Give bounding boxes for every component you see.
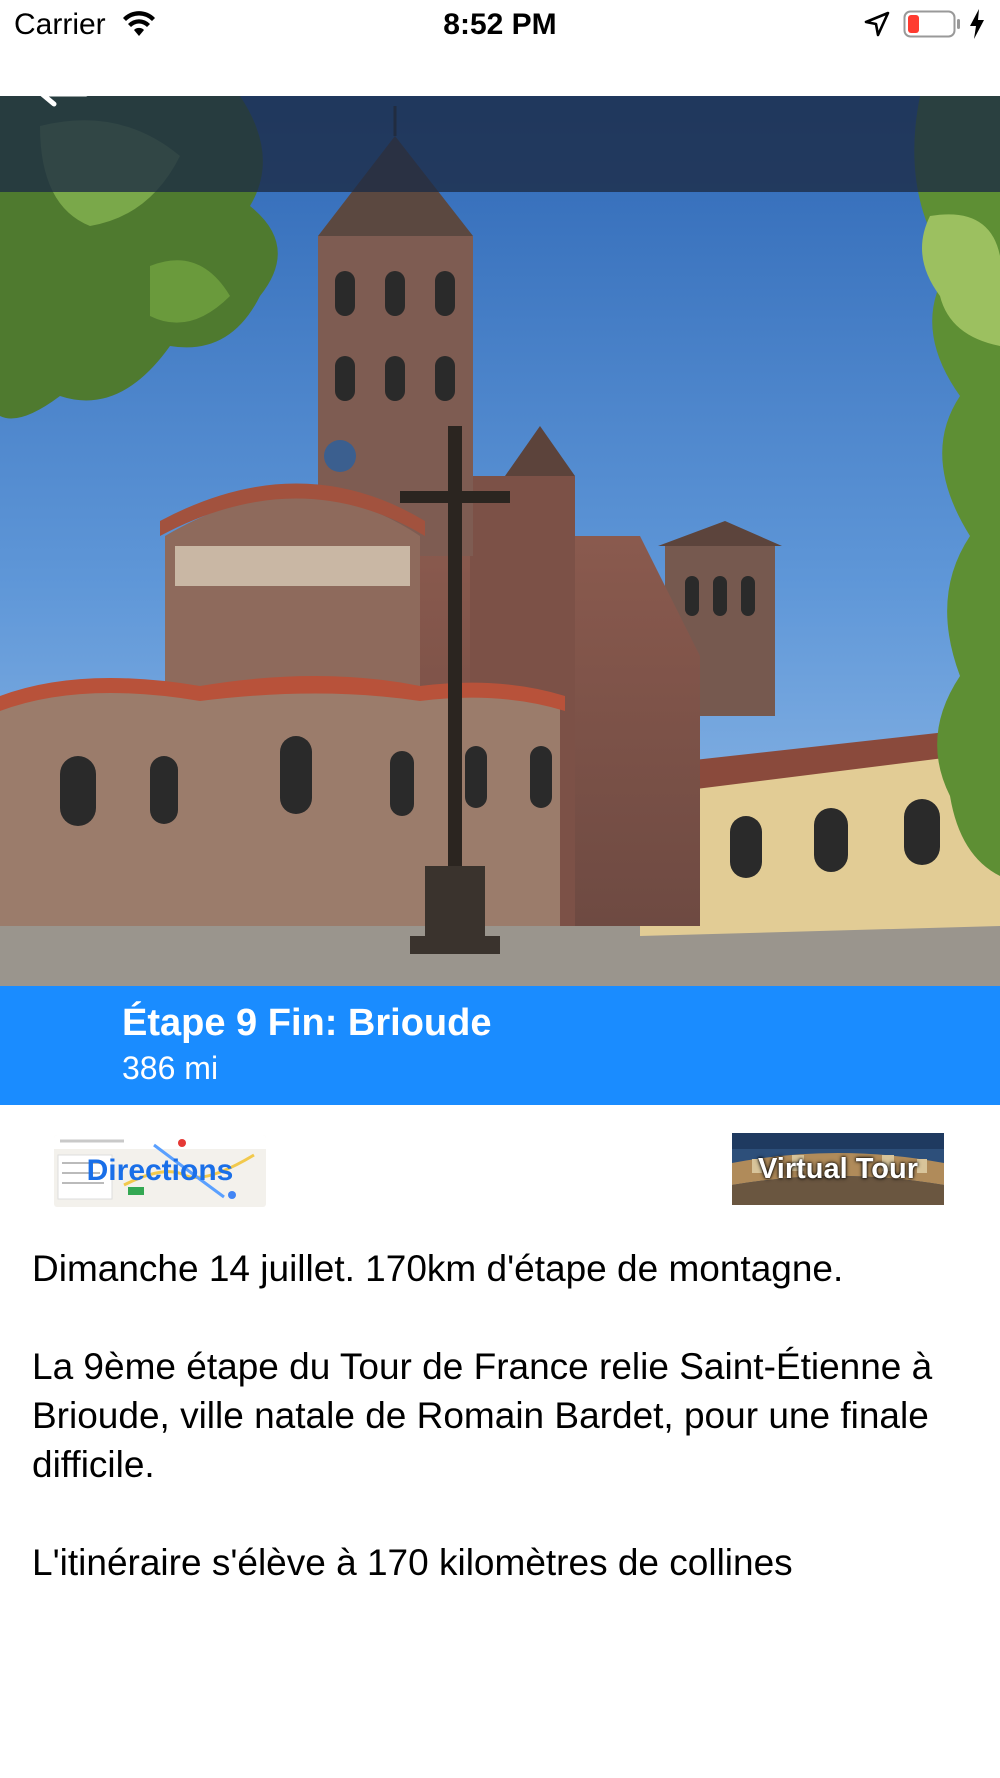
stage-distance: 386 mi [122, 1050, 219, 1086]
clock: 8:52 PM [443, 8, 557, 41]
virtual-tour-button[interactable]: Virtual Tour [732, 1133, 944, 1205]
hero-image [0, 96, 1000, 986]
status-bar: Carrier 8:52 PM [0, 0, 1000, 50]
location-arrow-icon [864, 11, 890, 37]
directions-label: Directions [86, 1154, 234, 1187]
description-paragraph: Dimanche 14 juillet. 170km d'étape de mo… [32, 1248, 844, 1289]
back-arrow-icon[interactable] [38, 84, 90, 108]
stage-title: Étape 9 Fin: Brioude [122, 1002, 492, 1044]
charging-bolt-icon [970, 9, 984, 39]
description-paragraph: L'itinéraire s'élève à 170 kilomètres de… [32, 1542, 793, 1583]
description-paragraph: La 9ème étape du Tour de France relie Sa… [32, 1346, 933, 1485]
directions-button[interactable]: Directions [54, 1135, 266, 1207]
virtual-tour-label: Virtual Tour [757, 1152, 919, 1185]
stage-description: Dimanche 14 juillet. 170km d'étape de mo… [32, 1244, 962, 1636]
battery-icon [903, 10, 960, 38]
stage-banner: Étape 9 Fin: Brioude 386 mi [0, 986, 1000, 1105]
